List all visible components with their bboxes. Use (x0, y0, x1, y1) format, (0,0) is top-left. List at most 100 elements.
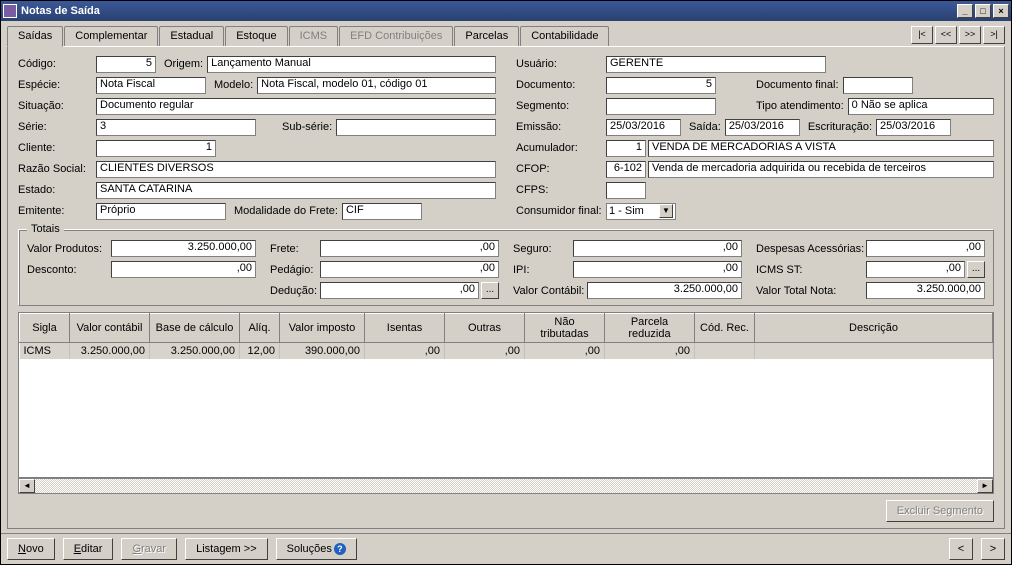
td-base: 3.250.000,00 (150, 343, 240, 360)
help-icon: ? (334, 543, 346, 555)
inp-escrit[interactable]: 25/03/2016 (876, 119, 951, 136)
th-aliq[interactable]: Alíq. (240, 314, 280, 343)
td-aliq: 12,00 (240, 343, 280, 360)
btn-deducao-more[interactable]: ... (481, 282, 499, 299)
tab-contabilidade[interactable]: Contabilidade (520, 26, 609, 47)
inp-modfrete[interactable]: CIF (342, 203, 422, 220)
inp-estado[interactable]: SANTA CATARINA (96, 182, 496, 199)
td-sigla: ICMS (20, 343, 70, 360)
inp-situacao[interactable]: Documento regular (96, 98, 496, 115)
tab-complementar[interactable]: Complementar (64, 26, 158, 47)
nav-prev[interactable]: << (935, 26, 957, 44)
window-title: Notas de Saída (21, 5, 955, 17)
btn-listagem[interactable]: Listagem >> (185, 538, 268, 560)
inp-serie[interactable]: 3 (96, 119, 256, 136)
inp-acumulador-cod[interactable]: 1 (606, 140, 646, 157)
th-parcred[interactable]: Parcela reduzida (605, 314, 695, 343)
lbl-ipi: IPI: (513, 264, 573, 276)
tab-estoque[interactable]: Estoque (225, 26, 287, 47)
btn-icmsst-more[interactable]: ... (967, 261, 985, 278)
btn-page-next[interactable]: > (981, 538, 1005, 560)
inp-origem[interactable]: Lançamento Manual (207, 56, 496, 73)
close-button[interactable]: × (993, 4, 1009, 18)
th-outras[interactable]: Outras (445, 314, 525, 343)
inp-saida[interactable]: 25/03/2016 (725, 119, 800, 136)
form-area: Código: 5 Origem: Lançamento Manual Espé… (18, 55, 994, 223)
scroll-left-icon[interactable]: ◄ (19, 479, 35, 493)
lbl-cliente: Cliente: (18, 142, 96, 154)
tab-parcelas[interactable]: Parcelas (454, 26, 519, 47)
footer: Novo Editar Gravar Listagem >> Soluções?… (1, 533, 1011, 564)
inp-icmsst[interactable]: ,00 (866, 261, 965, 278)
lbl-cfop: CFOP: (516, 163, 606, 175)
th-sigla[interactable]: Sigla (20, 314, 70, 343)
lbl-icmsst: ICMS ST: (756, 264, 866, 276)
inp-codigo[interactable]: 5 (96, 56, 156, 73)
lbl-tipoatend: Tipo atendimento: (756, 100, 844, 112)
minimize-button[interactable]: _ (957, 4, 973, 18)
inp-desconto[interactable]: ,00 (111, 261, 256, 278)
inp-especie[interactable]: Nota Fiscal (96, 77, 206, 94)
scroll-right-icon[interactable]: ► (977, 479, 993, 493)
lbl-deducao: Dedução: (270, 285, 320, 297)
inp-modelo[interactable]: Nota Fiscal, modelo 01, código 01 (257, 77, 496, 94)
grid-hscrollbar[interactable]: ◄ ► (18, 478, 994, 494)
inp-acumulador-desc[interactable]: VENDA DE MERCADORIAS A VISTA (648, 140, 994, 157)
lbl-modelo: Modelo: (214, 79, 253, 91)
inp-pedagio[interactable]: ,00 (320, 261, 499, 278)
inp-cfps[interactable] (606, 182, 646, 199)
inp-razao[interactable]: CLIENTES DIVERSOS (96, 161, 496, 178)
lbl-origem: Origem: (164, 58, 203, 70)
th-codrec[interactable]: Cód. Rec. (695, 314, 755, 343)
lbl-subserie: Sub-série: (282, 121, 332, 133)
th-vimposto[interactable]: Valor imposto (280, 314, 365, 343)
nav-first[interactable]: |< (911, 26, 933, 44)
inp-docfinal[interactable] (843, 77, 913, 94)
scroll-track[interactable] (35, 479, 977, 493)
inp-despesas[interactable]: ,00 (866, 240, 985, 257)
tax-grid[interactable]: Sigla Valor contábil Base de cálculo Alí… (18, 312, 994, 478)
inp-seguro[interactable]: ,00 (573, 240, 742, 257)
th-isentas[interactable]: Isentas (365, 314, 445, 343)
inp-ipi[interactable]: ,00 (573, 261, 742, 278)
th-base[interactable]: Base de cálculo (150, 314, 240, 343)
btn-novo[interactable]: Novo (7, 538, 55, 560)
nav-last[interactable]: >| (983, 26, 1005, 44)
btn-solucoes[interactable]: Soluções? (276, 538, 357, 560)
inp-frete[interactable]: ,00 (320, 240, 499, 257)
lbl-emissao: Emissão: (516, 121, 606, 133)
btn-editar[interactable]: Editar (63, 538, 114, 560)
inp-deducao[interactable]: ,00 (320, 282, 479, 299)
th-vcontabil[interactable]: Valor contábil (70, 314, 150, 343)
inp-vprod[interactable]: 3.250.000,00 (111, 240, 256, 257)
tab-estadual[interactable]: Estadual (159, 26, 224, 47)
table-row[interactable]: ICMS 3.250.000,00 3.250.000,00 12,00 390… (20, 343, 993, 360)
btn-page-prev[interactable]: < (949, 538, 973, 560)
lbl-situacao: Situação: (18, 100, 96, 112)
inp-documento[interactable]: 5 (606, 77, 716, 94)
inp-usuario[interactable]: GERENTE (606, 56, 826, 73)
inp-segmento[interactable] (606, 98, 716, 115)
td-vcontabil: 3.250.000,00 (70, 343, 150, 360)
tabs: Saídas Complementar Estadual Estoque ICM… (7, 25, 891, 46)
inp-emissao[interactable]: 25/03/2016 (606, 119, 681, 136)
th-descr[interactable]: Descrição (755, 314, 993, 343)
inp-emitente[interactable]: Próprio (96, 203, 226, 220)
sel-consfinal[interactable]: 1 - Sim ▼ (606, 203, 676, 220)
td-descr (755, 343, 993, 360)
td-parcred: ,00 (605, 343, 695, 360)
maximize-button[interactable]: □ (975, 4, 991, 18)
inp-vcontabil[interactable]: 3.250.000,00 (587, 282, 742, 299)
th-naotrib[interactable]: Não tributadas (525, 314, 605, 343)
inp-cfop-desc[interactable]: Venda de mercadoria adquirida ou recebid… (648, 161, 994, 178)
nav-next[interactable]: >> (959, 26, 981, 44)
inp-vtotal[interactable]: 3.250.000,00 (866, 282, 985, 299)
inp-tipoatend[interactable]: 0 Não se aplica (848, 98, 994, 115)
inp-cfop-cod[interactable]: 6-102 (606, 161, 646, 178)
inp-subserie[interactable] (336, 119, 496, 136)
app-icon (3, 4, 17, 18)
lbl-razao: Razão Social: (18, 163, 96, 175)
lbl-codigo: Código: (18, 58, 96, 70)
tab-saidas[interactable]: Saídas (7, 26, 63, 47)
inp-cliente[interactable]: 1 (96, 140, 216, 157)
